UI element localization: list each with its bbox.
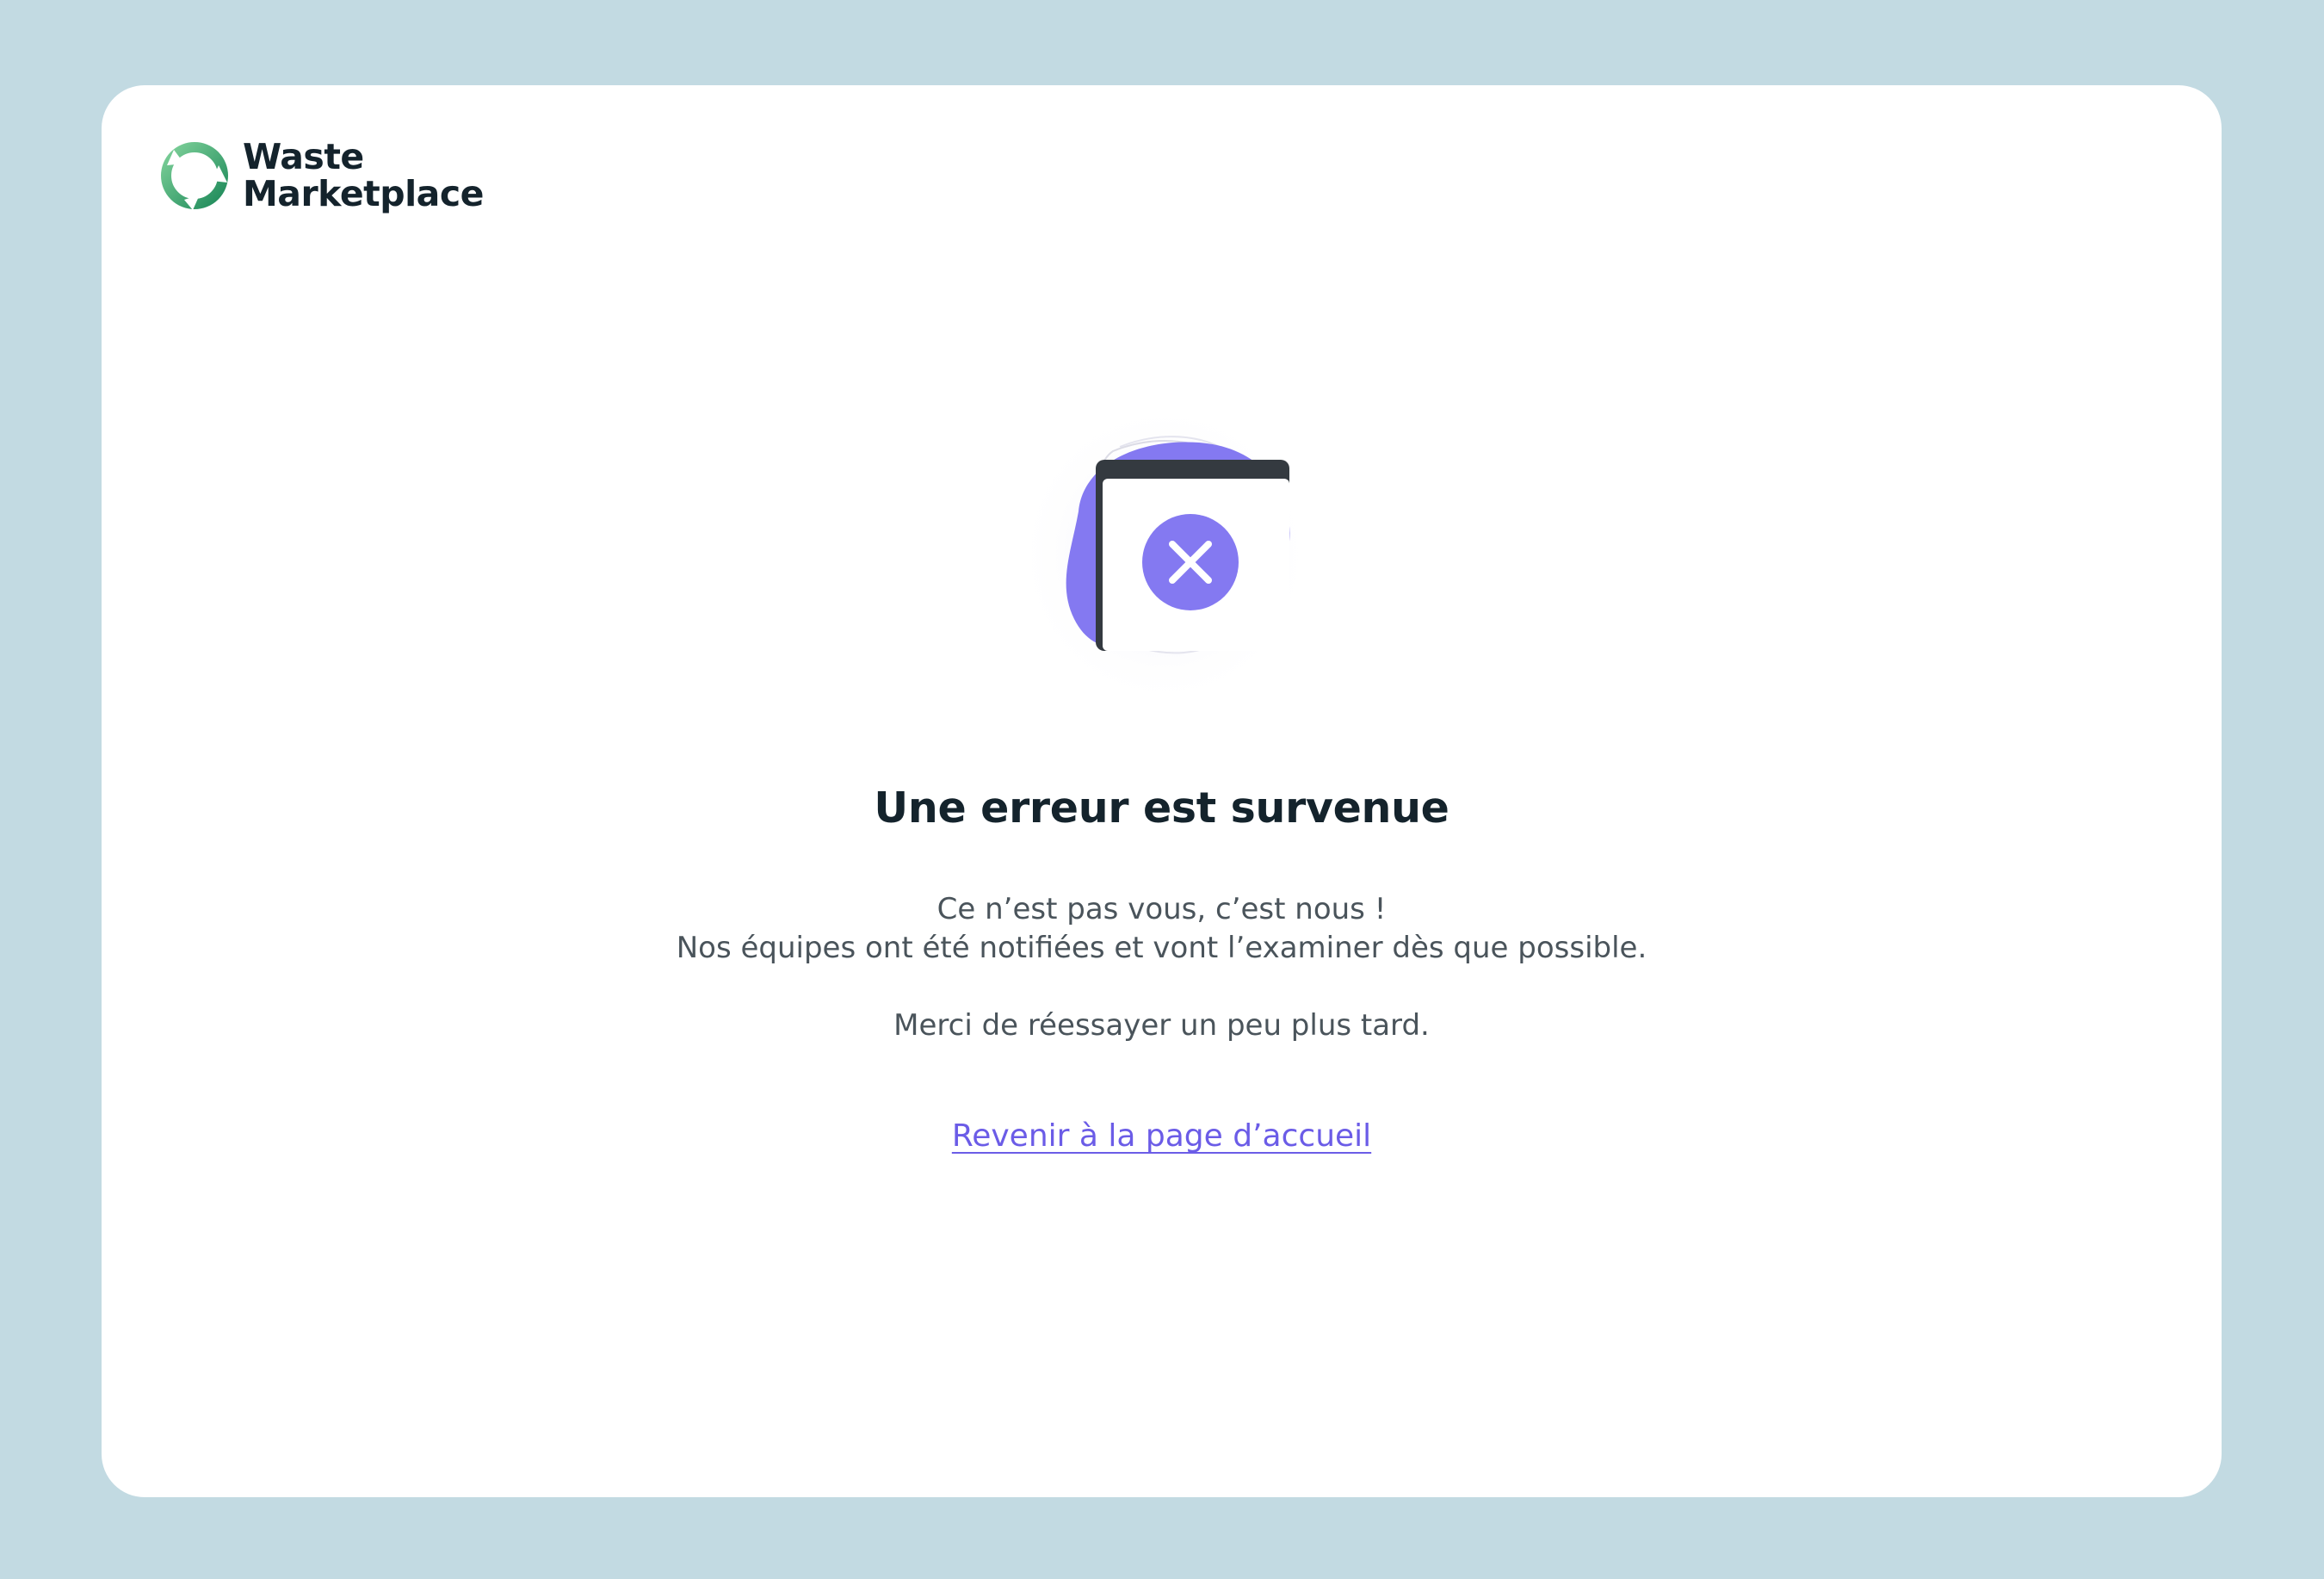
error-message: Ce n’est pas vous, c’est nous ! Nos équi… [102,890,2222,1045]
browser-window-error-icon [1014,412,1311,709]
brand-name: Waste Marketplace [243,139,484,213]
home-link[interactable]: Revenir à la page d’accueil [952,1118,1371,1154]
brand-logo[interactable]: Waste Marketplace [158,139,484,213]
error-message-line2: Nos équipes ont été notifiées et vont l’… [676,931,1647,965]
error-message-retry: Merci de réessayer un peu plus tard. [893,1008,1430,1043]
home-link-container: Revenir à la page d’accueil [102,1117,2222,1156]
error-card: Waste Marketplace Une erreur est survenu… [102,85,2222,1497]
brand-name-line2: Marketplace [243,173,484,214]
error-message-line1: Ce n’est pas vous, c’est nous ! [936,892,1387,926]
error-title: Une erreur est survenue [874,783,1449,833]
recycle-ring-icon [161,142,228,210]
brand-name-line1: Waste [243,136,364,177]
